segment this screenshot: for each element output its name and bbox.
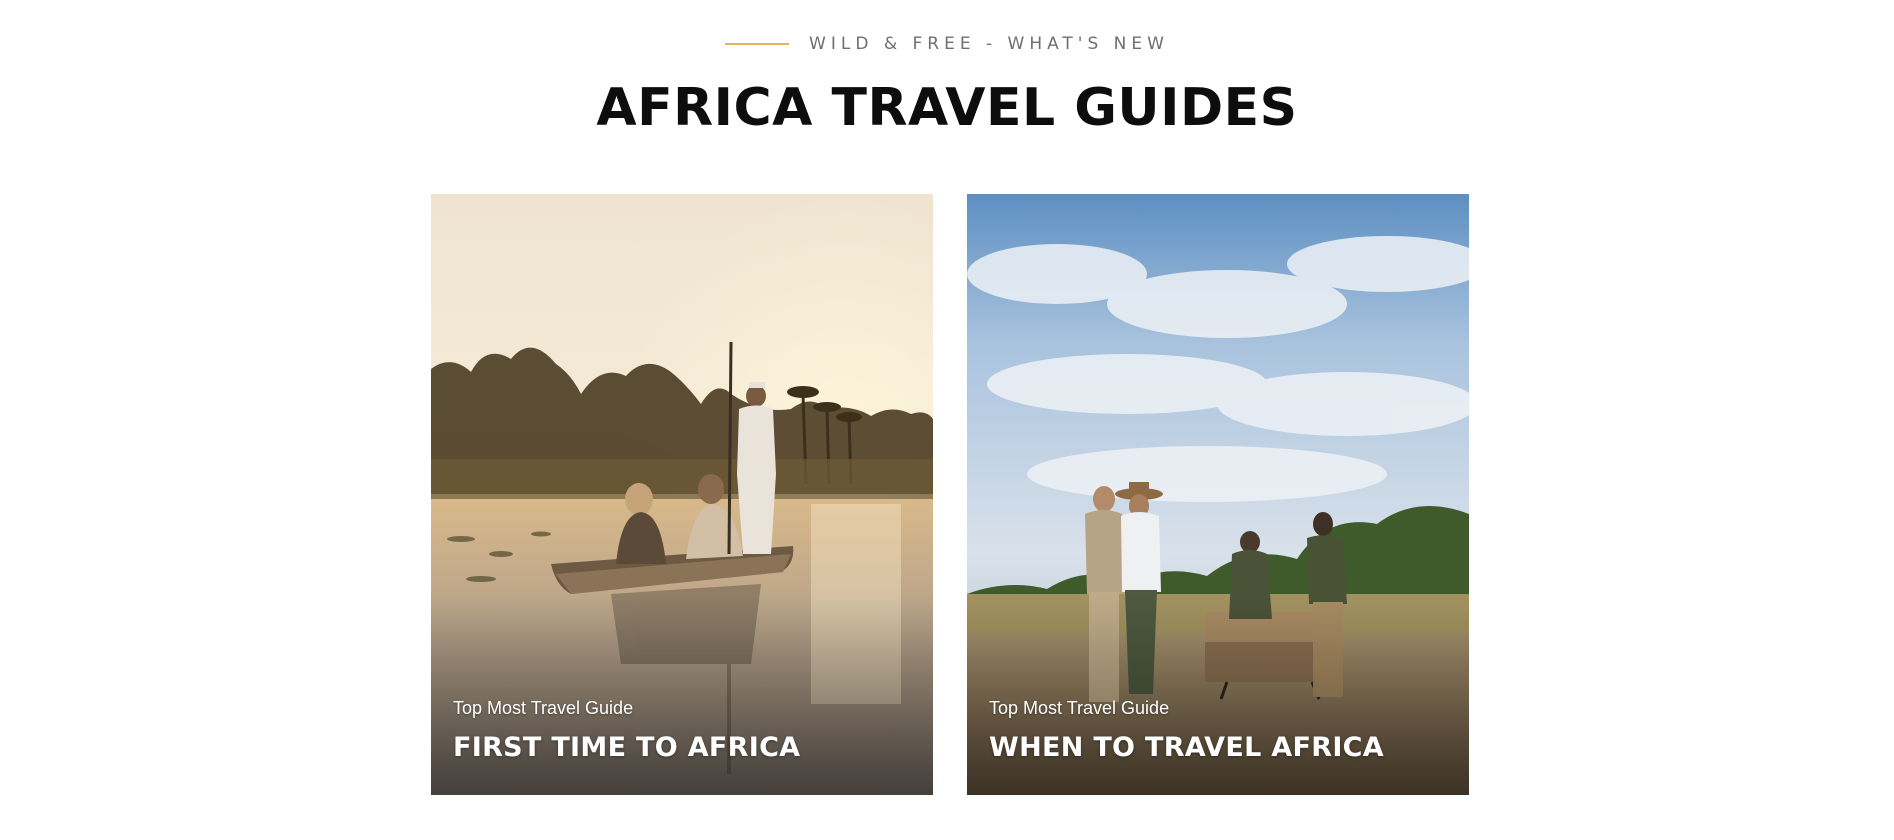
- card-title[interactable]: FIRST TIME TO AFRICA: [453, 732, 800, 763]
- card-gradient-overlay: [431, 595, 933, 795]
- guide-card-when-to-travel[interactable]: Top Most Travel Guide WHEN TO TRAVEL AFR…: [967, 194, 1469, 795]
- card-kicker: Top Most Travel Guide: [989, 698, 1170, 718]
- section-eyebrow: WILD & FREE - WHAT'S NEW: [0, 34, 1894, 54]
- eyebrow-text: WILD & FREE - WHAT'S NEW: [809, 34, 1169, 54]
- guide-card-first-time[interactable]: Top Most Travel Guide FIRST TIME TO AFRI…: [431, 194, 933, 795]
- accent-rule: [725, 43, 790, 45]
- card-title[interactable]: WHEN TO TRAVEL AFRICA: [989, 732, 1384, 763]
- card-kicker: Top Most Travel Guide: [453, 698, 634, 718]
- page-title: AFRICA TRAVEL GUIDES: [596, 78, 1298, 138]
- card-gradient-overlay: [967, 595, 1469, 795]
